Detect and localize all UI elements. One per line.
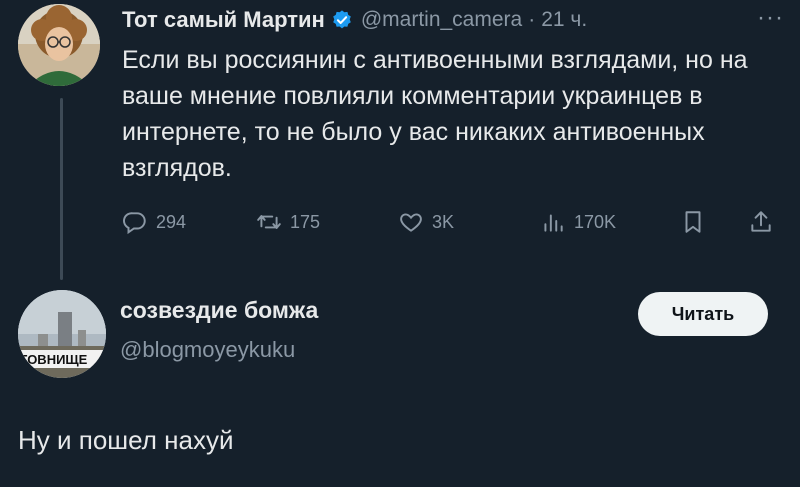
tweet-time[interactable]: 21 ч.: [541, 8, 587, 32]
bookmark-icon: [685, 211, 701, 233]
like-count: 3K: [432, 211, 455, 232]
author-handle[interactable]: @martin_camera: [361, 8, 522, 32]
share-icon: [751, 211, 771, 232]
author-name[interactable]: Тот самый Мартин: [122, 7, 325, 33]
author-handle-2[interactable]: @blogmoyeykuku: [120, 337, 295, 363]
retweet-button[interactable]: 175: [256, 209, 320, 235]
thread-connector-line: [60, 98, 63, 280]
like-button[interactable]: 3K: [398, 209, 454, 235]
tweet-text: Если вы россиянин с антивоенными взгляда…: [122, 46, 748, 182]
separator-dot: ·: [528, 8, 536, 31]
reply-button[interactable]: 294: [122, 209, 186, 235]
follow-button[interactable]: Читать: [638, 292, 768, 336]
views-icon: [544, 214, 563, 232]
avatar-sozvezdie[interactable]: ГОВНИЩЕ: [18, 290, 106, 378]
reply-text: Ну и пошел нахуй: [18, 425, 234, 455]
retweet-icon: [257, 215, 281, 229]
tweet-header: Тот самый Мартин @martin_camera · 21 ч. …: [122, 4, 784, 36]
verified-badge-icon: [331, 9, 353, 31]
views-button[interactable]: 170K: [540, 209, 616, 235]
tweet-thread: Тот самый Мартин @martin_camera · 21 ч. …: [0, 0, 800, 487]
share-button[interactable]: [748, 209, 782, 235]
reply-icon: [123, 212, 146, 235]
author-name-2[interactable]: созвездие бомжа: [120, 297, 318, 324]
bookmark-button[interactable]: [680, 209, 714, 235]
reply-count: 294: [156, 211, 187, 232]
retweet-count: 175: [290, 211, 321, 232]
views-count: 170K: [574, 211, 617, 232]
more-icon[interactable]: ···: [757, 4, 784, 32]
tweet-actions: 294 175 3K 170K: [122, 205, 782, 239]
like-icon: [400, 213, 422, 232]
avatar-martin[interactable]: [18, 4, 100, 86]
avatar-sign-text: ГОВНИЩЕ: [20, 352, 88, 367]
